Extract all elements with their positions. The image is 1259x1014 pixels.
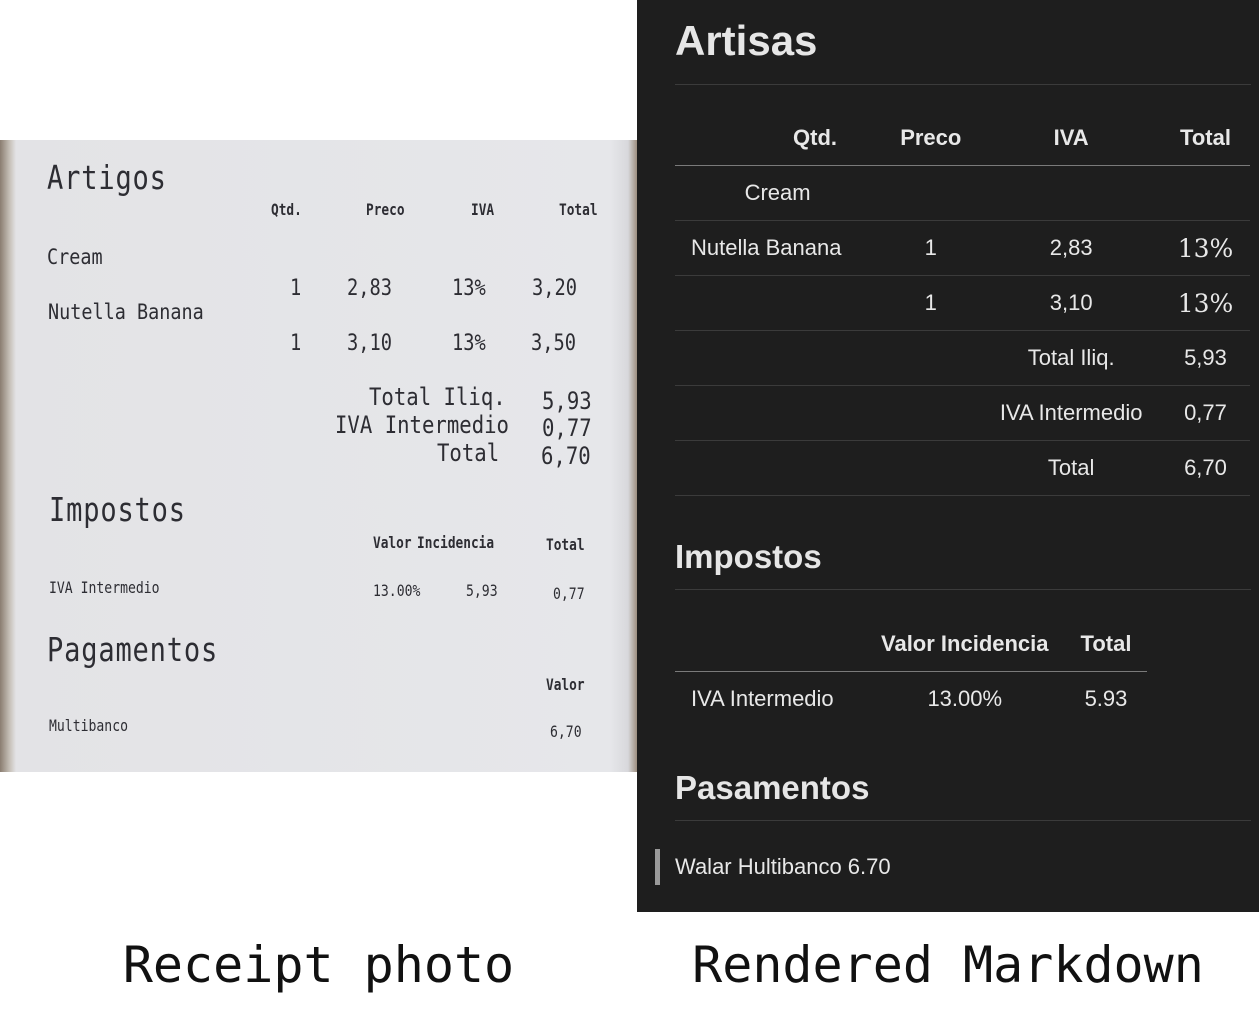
receipt-net-label: Total Iliq. <box>369 383 506 411</box>
table-cell: 6,70 <box>1160 440 1250 496</box>
table-cell: 1 <box>880 220 982 276</box>
receipt-tax-name: IVA Intermedio <box>49 578 160 597</box>
table-cell <box>675 385 982 441</box>
table-header-cell <box>675 111 750 166</box>
receipt-row1-vat: 13% <box>452 276 486 301</box>
receipt-heading-items: Artigos <box>47 158 167 197</box>
receipt-col-total: Total <box>559 200 598 219</box>
receipt-row2-qty: 1 <box>290 331 302 356</box>
table-cell <box>981 165 1161 221</box>
receipt-heading-payments: Pagamentos <box>47 630 219 669</box>
table-header-row: Valor Incidencia Total <box>675 617 1148 672</box>
table-cell: Nutella Banana <box>675 220 881 276</box>
md-payment-blockquote: Walar Hultibanco 6.70 <box>655 849 891 885</box>
table-cell: IVA Intermedio <box>981 385 1161 441</box>
receipt-tax-col-total: Total <box>546 535 585 554</box>
table-cell: 3,10 <box>981 275 1161 331</box>
receipt-tax-col-rate: Valor <box>373 533 412 552</box>
table-cell: 1 <box>880 275 982 331</box>
table-row: IVA Intermedio 0,77 <box>675 385 1250 441</box>
md-taxes-table: Valor Incidencia Total IVA Intermedio 13… <box>675 617 1148 727</box>
receipt-row1-qty: 1 <box>290 276 302 301</box>
md-heading-items: Artisas <box>675 14 1251 85</box>
table-header-cell: Total <box>1064 617 1148 672</box>
receipt-tax-total: 0,77 <box>553 584 585 603</box>
receipt-item-nutella: Nutella Banana <box>48 300 204 324</box>
table-cell <box>1160 165 1250 221</box>
receipt-col-vat: IVA <box>471 200 495 219</box>
table-header-cell: Preco <box>880 111 982 166</box>
receipt-pay-method: Multibanco <box>49 716 128 735</box>
receipt-heading-taxes: Impostos <box>49 490 186 529</box>
receipt-row1-total: 3,20 <box>532 276 578 301</box>
table-cell <box>880 165 982 221</box>
receipt-tax-base: 5,93 <box>466 581 498 600</box>
table-cell: Cream <box>675 165 881 221</box>
receipt-total-value: 6,70 <box>541 442 591 470</box>
table-header-cell: Valor Incidencia <box>865 617 1065 672</box>
receipt-col-qty: Qtd. <box>271 200 302 219</box>
caption-receipt-photo: Receipt photo <box>122 936 515 994</box>
receipt-total-label: Total <box>437 439 500 467</box>
table-cell: 13% <box>1160 275 1250 331</box>
table-row: Total Iliq. 5,93 <box>675 330 1250 386</box>
table-cell: 13.00% <box>927 686 1003 711</box>
caption-rendered-markdown: Rendered Markdown <box>692 936 1204 994</box>
table-header-row: Qtd. Preco IVA Total <box>675 111 1250 166</box>
receipt-row2-total: 3,50 <box>531 331 577 356</box>
table-row: Nutella Banana 1 2,83 13% <box>675 220 1250 276</box>
receipt-net-value: 5,93 <box>542 387 592 415</box>
table-row: Total 6,70 <box>675 440 1250 496</box>
receipt-row1-price: 2,83 <box>347 276 393 301</box>
rendered-markdown-panel: Artisas Qtd. Preco IVA Total Cream Nutel… <box>637 0 1259 912</box>
receipt-vat-value: 0,77 <box>542 414 592 442</box>
receipt-tax-rate: 13.00% <box>373 581 421 600</box>
receipt-vat-label: IVA Intermedio <box>335 411 509 439</box>
table-header-cell <box>675 617 865 672</box>
table-cell: IVA Intermedio <box>691 686 834 711</box>
table-cell <box>675 330 982 386</box>
table-row: Cream <box>675 165 1250 221</box>
table-header-cell: Total <box>1160 111 1250 166</box>
receipt-row2-vat: 13% <box>452 331 486 356</box>
receipt-photo: Artigos Qtd. Preco IVA Total Cream Nutel… <box>0 140 637 772</box>
receipt-pay-col: Valor <box>546 675 585 694</box>
table-cell: 2,83 <box>981 220 1161 276</box>
receipt-row2-price: 3,10 <box>347 331 393 356</box>
table-cell: Total Iliq. <box>981 330 1161 386</box>
table-row: IVA Intermedio 13.00% 5.93 <box>675 672 1147 727</box>
table-header-cell: IVA <box>981 111 1161 166</box>
md-items-table: Qtd. Preco IVA Total Cream Nutella Banan… <box>675 111 1250 496</box>
table-header-cell: Qtd. <box>749 111 881 166</box>
table-row: 1 3,10 13% <box>675 275 1250 331</box>
table-cell: 5,93 <box>1160 330 1250 386</box>
table-cell: 0,77 <box>1160 385 1250 441</box>
receipt-col-price: Preco <box>366 200 405 219</box>
receipt-tax-col-base: Incidencia <box>417 533 495 552</box>
receipt-pay-value: 6,70 <box>550 722 582 741</box>
table-cell: 5.93 <box>1084 686 1128 711</box>
md-heading-taxes: Impostos <box>675 537 1251 590</box>
table-cell: Total <box>981 440 1161 496</box>
table-cell <box>675 440 982 496</box>
table-cell <box>675 275 881 331</box>
md-heading-payments: Pasamentos <box>675 768 1251 821</box>
receipt-item-cream: Cream <box>47 245 103 269</box>
table-cell: 13% <box>1160 220 1250 276</box>
